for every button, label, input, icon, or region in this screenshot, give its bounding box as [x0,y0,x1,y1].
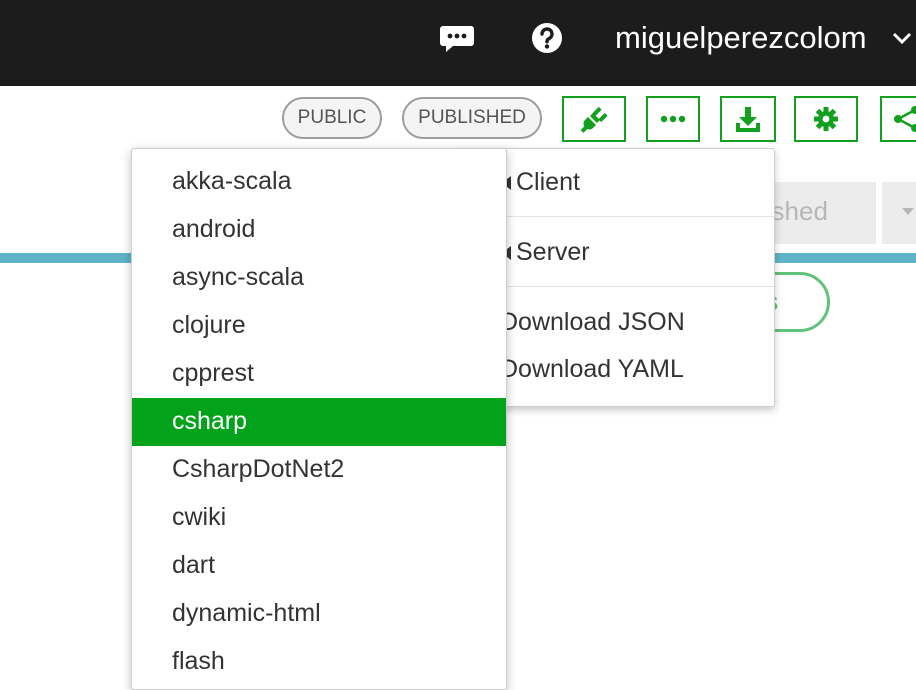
language-item-cwiki[interactable]: cwiki [132,494,506,542]
username-menu[interactable]: miguelperezcolom [615,18,867,58]
language-item-label: android [172,215,256,243]
chevron-down-icon[interactable] [891,30,913,46]
chat-bubble-icon[interactable] [439,20,475,56]
menu-item-label: Download YAML [500,355,684,383]
gear-icon [814,107,838,131]
more-options-button[interactable] [646,96,700,142]
menu-item-label: Server [516,238,590,266]
caret-down-icon [902,208,914,215]
language-item-csharp[interactable]: csharp [132,398,506,446]
language-item-label: async-scala [172,263,304,291]
language-item-label: akka-scala [172,167,292,195]
language-item-label: clojure [172,311,246,339]
language-item-akka-scala[interactable]: akka-scala [132,158,506,206]
download-icon [736,107,760,132]
language-item-label: cpprest [172,359,254,387]
language-item-label: flash [172,647,225,675]
codegen-plugin-button[interactable] [562,96,626,142]
language-item-android[interactable]: android [132,206,506,254]
question-circle-icon[interactable] [529,20,565,56]
language-item-label: cwiki [172,503,227,531]
more-dots-icon [660,115,686,123]
settings-button[interactable] [794,96,858,142]
language-item-flash[interactable]: flash [132,638,506,686]
public-badge: PUBLIC [282,97,382,139]
language-item-label: csharp [172,407,248,435]
language-item-async-scala[interactable]: async-scala [132,254,506,302]
language-item-clojure[interactable]: clojure [132,302,506,350]
share-icon [894,106,916,132]
client-language-submenu: akka-scala android async-scala clojure c… [131,148,507,690]
language-item-cpprest[interactable]: cpprest [132,350,506,398]
top-navigation-bar: miguelperezcolom [0,0,916,86]
language-item-label: CsharpDotNet2 [172,455,345,483]
language-item-dynamic-html[interactable]: dynamic-html [132,590,506,638]
plug-icon [580,106,608,133]
menu-item-label: Client [516,168,580,196]
language-item-csharpdotnet2[interactable]: CsharpDotNet2 [132,446,506,494]
download-button[interactable] [720,96,776,142]
share-button[interactable] [880,96,916,142]
language-item-label: dart [172,551,216,579]
language-item-label: dynamic-html [172,599,321,627]
language-item-dart[interactable]: dart [132,542,506,590]
published-badge: PUBLISHED [402,97,542,139]
menu-item-label: Download JSON [500,308,685,336]
